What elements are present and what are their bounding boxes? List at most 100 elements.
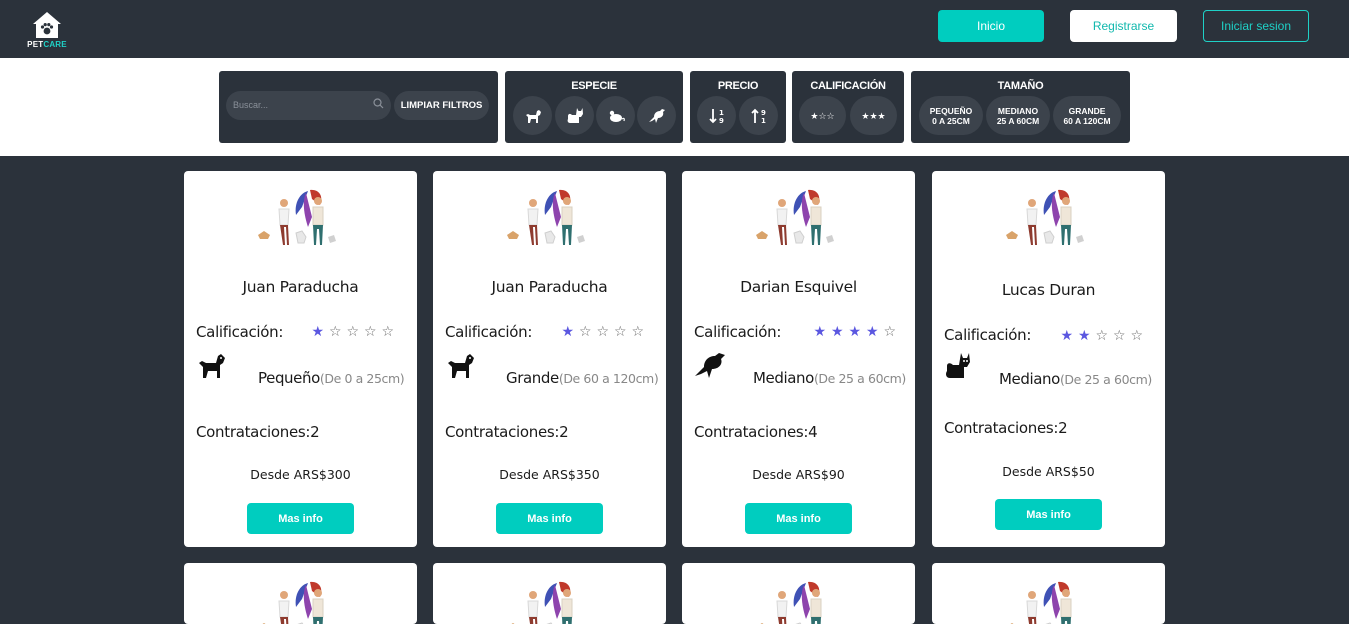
star-empty-icon: ☆ [1130, 327, 1144, 343]
size-filter-box: TAMAÑO PEQUEÑO 0 A 25CM MEDIANO 25 A 60C… [911, 71, 1130, 143]
pet-sitters-illustration [756, 189, 834, 245]
petcare-logo[interactable]: PETCARE [26, 11, 68, 51]
species-rodent-button[interactable] [596, 96, 635, 135]
species-title: ESPECIE [571, 80, 617, 92]
size-label: Grande [506, 369, 559, 387]
price-ascending-button[interactable]: 1 9 [697, 96, 736, 135]
size-large-button[interactable]: GRANDE 60 A 120CM [1053, 96, 1121, 135]
caregiver-card [433, 563, 666, 624]
register-button[interactable]: Registrarse [1070, 10, 1177, 42]
login-button[interactable]: Iniciar sesion [1203, 10, 1309, 42]
species-cat-button[interactable] [555, 96, 594, 135]
species-dog-button[interactable] [513, 96, 552, 135]
rating-title: CALIFICACIÓN [810, 80, 886, 92]
sort-descending-icon: 9 1 [750, 108, 766, 125]
contrataciones-count: Contrataciones:2 [944, 419, 1068, 437]
price-filter-box: PRECIO 1 9 9 1 [690, 71, 786, 143]
rating-label: Calificación: [196, 323, 284, 341]
rating-label: Calificación: [694, 323, 782, 341]
star-empty-icon: ☆ [363, 323, 377, 339]
bird-icon [694, 351, 726, 384]
size-range: (De 25 a 60cm) [813, 371, 906, 386]
rating-stars: ★ ☆ ☆ ☆ ☆ [560, 324, 646, 338]
contrataciones-count: Contrataciones:4 [694, 423, 818, 441]
rating-low-button[interactable]: ★☆☆ [799, 96, 846, 135]
price-from: Desde ARS$300 [250, 467, 351, 482]
size-small-button[interactable]: PEQUEÑO 0 A 25CM [919, 96, 983, 135]
size-medium-label: MEDIANO [997, 105, 1039, 116]
filter-bar: Buscar... LIMPIAR FILTROS ESPECIE PRECIO… [0, 58, 1349, 156]
clear-filters-button[interactable]: LIMPIAR FILTROS [394, 91, 489, 120]
logo-text: PETCARE [27, 40, 67, 49]
house-paw-icon [33, 12, 61, 38]
star-empty-icon: ☆ [578, 323, 592, 339]
contrataciones-value: 4 [808, 423, 818, 441]
size-large-range: 60 A 120CM [1063, 115, 1111, 126]
caregiver-name: Juan Paraducha [242, 278, 359, 296]
star-empty-icon: ☆ [328, 323, 342, 339]
star-filled-icon: ★ [1060, 327, 1074, 343]
contrataciones-value: 2 [310, 423, 320, 441]
pet-sitters-illustration [1006, 189, 1084, 245]
rating-stars: ★ ★ ☆ ☆ ☆ [1059, 328, 1145, 342]
rating-stars: ★ ☆ ☆ ☆ ☆ [310, 324, 396, 338]
size-large-label: GRANDE [1068, 105, 1106, 116]
size-label: Pequeño [258, 369, 320, 387]
contrataciones-value: 2 [1058, 419, 1068, 437]
size-medium-button[interactable]: MEDIANO 25 A 60CM [986, 96, 1050, 135]
rating-high-button[interactable]: ★★★ [850, 96, 897, 135]
species-filter-box: ESPECIE [505, 71, 683, 143]
pet-size: Grande(De 60 a 120cm) [506, 369, 659, 387]
size-label: Mediano [753, 369, 814, 387]
caregiver-card [184, 563, 417, 624]
more-info-button[interactable]: Mas info [496, 503, 603, 534]
more-info-button[interactable]: Mas info [247, 503, 354, 534]
pet-size: Mediano(De 25 a 60cm) [999, 370, 1152, 388]
caregiver-card: Juan Paraducha Calificación: ★ ☆ ☆ ☆ ☆ Grand… [433, 171, 666, 547]
star-filled-icon: ★ [1077, 327, 1091, 343]
svg-text:1: 1 [761, 117, 766, 125]
price-title: PRECIO [717, 80, 759, 92]
rating-label: Calificación: [445, 323, 533, 341]
size-medium-range: 25 A 60CM [996, 115, 1040, 126]
size-label: Mediano [999, 370, 1060, 388]
pet-sitters-illustration [262, 581, 324, 624]
pet-sitters-illustration [507, 189, 585, 245]
star-empty-icon: ☆ [381, 323, 395, 339]
star-filled-icon: ★ [813, 323, 827, 339]
search-input[interactable]: Buscar... [226, 91, 391, 120]
star-empty-icon: ☆ [346, 323, 360, 339]
more-info-button[interactable]: Mas info [995, 499, 1102, 530]
price-from: Desde ARS$50 [1002, 464, 1095, 479]
price-from: Desde ARS$90 [752, 467, 845, 482]
price-from: Desde ARS$350 [499, 467, 600, 482]
pet-sitters-illustration [258, 189, 336, 245]
svg-text:1: 1 [719, 109, 724, 117]
star-empty-icon: ☆ [631, 323, 645, 339]
more-info-button[interactable]: Mas info [745, 503, 852, 534]
rodent-icon [609, 110, 625, 122]
contrataciones-value: 2 [559, 423, 569, 441]
species-bird-button[interactable] [637, 96, 676, 135]
price-descending-button[interactable]: 9 1 [739, 96, 778, 135]
contrataciones-count: Contrataciones:2 [196, 423, 320, 441]
contrataciones-count: Contrataciones:2 [445, 423, 569, 441]
caregiver-card [682, 563, 915, 624]
size-small-range: 0 A 25CM [932, 115, 970, 126]
pet-sitters-illustration [511, 581, 573, 624]
caregiver-card: Lucas Duran Calificación: ★ ★ ☆ ☆ ☆ Mediano(… [932, 171, 1165, 547]
size-range: (De 60 a 120cm) [558, 371, 659, 386]
star-filled-icon: ★ [561, 323, 575, 339]
size-small-label: PEQUEÑO [929, 105, 973, 116]
star-filled-icon: ★ [865, 323, 879, 339]
rating-filter-box: CALIFICACIÓN ★☆☆ ★★★ [792, 71, 904, 143]
pet-sitters-illustration [760, 581, 822, 624]
sort-ascending-icon: 1 9 [708, 108, 724, 125]
svg-text:9: 9 [719, 117, 724, 125]
rating-label: Calificación: [944, 326, 1032, 344]
cat-icon [567, 108, 583, 123]
home-button[interactable]: Inicio [938, 10, 1044, 42]
dog-icon [445, 351, 475, 384]
rating-stars: ★ ★ ★ ★ ☆ [812, 324, 898, 338]
svg-text:9: 9 [761, 109, 766, 117]
